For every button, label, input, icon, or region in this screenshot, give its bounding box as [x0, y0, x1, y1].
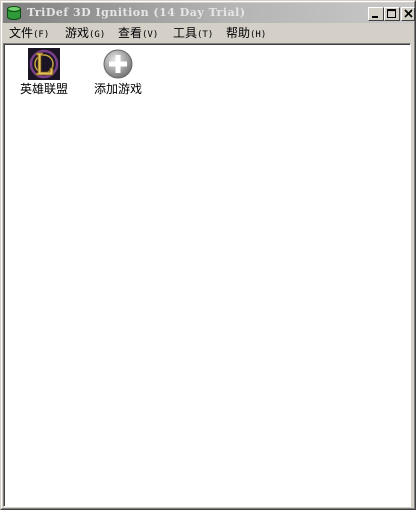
- menu-file-label: 文件: [9, 26, 34, 40]
- add-game-tile[interactable]: 添加游戏: [80, 46, 156, 102]
- menu-games-accel: (G): [89, 30, 106, 40]
- game-list-area[interactable]: 英雄联盟 添加游戏: [3, 43, 411, 507]
- app-window: TriDef 3D Ignition (14 Day Trial) 文件(F) …: [0, 0, 416, 510]
- game-tile-league-of-legends[interactable]: 英雄联盟: [6, 46, 82, 102]
- minimize-button[interactable]: [368, 7, 384, 21]
- window-title: TriDef 3D Ignition (14 Day Trial): [27, 6, 246, 19]
- title-bar[interactable]: TriDef 3D Ignition (14 Day Trial): [3, 3, 415, 23]
- close-icon: [404, 9, 413, 18]
- maximize-button[interactable]: [384, 7, 400, 21]
- menu-tools[interactable]: 工具(T): [173, 25, 213, 41]
- menu-help-accel: (H): [250, 30, 267, 40]
- menu-games-label: 游戏: [65, 26, 90, 40]
- menu-file-accel: (F): [33, 30, 50, 40]
- maximize-icon: [387, 9, 396, 18]
- menu-bar: 文件(F) 游戏(G) 查看(V) 工具(T) 帮助(H): [3, 24, 413, 42]
- client-inner-edge: [4, 44, 410, 506]
- league-of-legends-icon: [28, 48, 60, 80]
- menu-view-label: 查看: [118, 26, 143, 40]
- menu-tools-accel: (T): [197, 30, 214, 40]
- menu-view-accel: (V): [142, 30, 159, 40]
- menu-tools-label: 工具: [173, 26, 198, 40]
- add-game-icon: [102, 48, 134, 80]
- close-button[interactable]: [401, 7, 415, 21]
- menu-help-label: 帮助: [226, 26, 251, 40]
- menu-games[interactable]: 游戏(G): [65, 25, 105, 41]
- menu-help[interactable]: 帮助(H): [226, 25, 266, 41]
- minimize-icon: [372, 16, 378, 18]
- game-tile-label: 英雄联盟: [19, 82, 68, 96]
- menu-file[interactable]: 文件(F): [9, 25, 49, 41]
- tridef-app-icon: [6, 5, 22, 21]
- menu-view[interactable]: 查看(V): [118, 25, 158, 41]
- add-game-label: 添加游戏: [93, 82, 142, 96]
